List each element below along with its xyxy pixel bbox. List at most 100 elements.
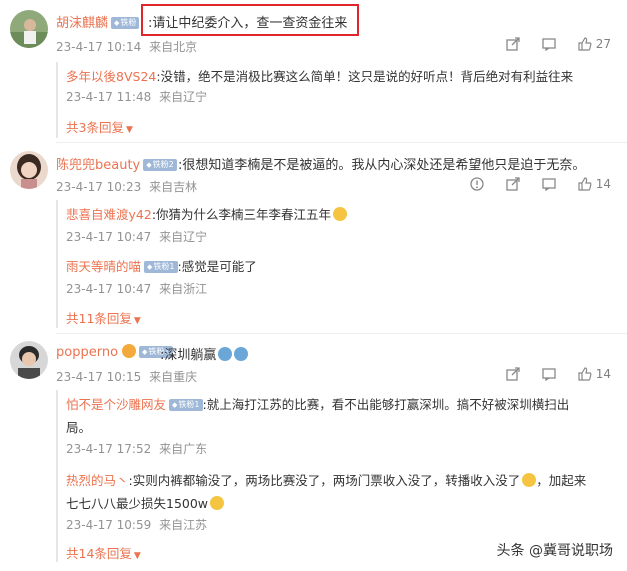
more-replies-link[interactable]: 共14条回复 ▼: [66, 543, 141, 562]
reply-location: 来自浙江: [159, 282, 208, 296]
reply-author[interactable]: 多年以後8VS24: [66, 69, 156, 84]
laugh-emoji-icon: [210, 496, 225, 510]
comment-author[interactable]: 陈兜兜beauty ◆铁粉2: [56, 154, 177, 173]
reply-meta: 23-4-17 10:47 来自浙江: [66, 280, 207, 297]
reply-time: 23-4-17 10:47: [66, 282, 152, 296]
reply-text-2: 七七八八最少损失1500w: [66, 496, 209, 511]
diamond-icon: ◆: [142, 348, 148, 356]
divider: [56, 333, 627, 334]
comment-location: 来自北京: [149, 40, 198, 54]
share-icon[interactable]: [506, 37, 520, 51]
caret-down-icon: ▼: [133, 551, 141, 561]
reply-line: 雨天等晴的喵 ◆铁粉1:感觉是可能了: [66, 256, 257, 275]
badge-label: 铁粉: [120, 18, 137, 27]
reply-location: 来自辽宁: [159, 230, 208, 244]
diamond-icon: ◆: [146, 161, 152, 169]
reply-line: 多年以後8VS24:没错，绝不是消极比赛这么简单！这只是说的好听点！背后绝对有利…: [66, 66, 573, 85]
thumbs-up-icon: [578, 367, 592, 381]
reply-location: 来自江苏: [159, 518, 208, 532]
more-replies-label: 共11条回复: [66, 311, 132, 326]
comment-meta: 23-4-17 10:14 来自北京: [56, 38, 197, 55]
comment-actions: 14: [506, 367, 611, 381]
comment-time: 23-4-17 10:14: [56, 40, 142, 54]
reply-text-tail: ，加起来: [536, 473, 587, 488]
laugh-emoji-icon: [522, 473, 537, 487]
reply-time: 23-4-17 10:59: [66, 518, 152, 532]
comment-time: 23-4-17 10:23: [56, 180, 142, 194]
fan-badge: ◆铁粉: [111, 17, 140, 29]
comment-meta: 23-4-17 10:23 来自吉林: [56, 178, 197, 195]
like-button[interactable]: 27: [578, 37, 611, 51]
author-name[interactable]: 陈兜兜beauty: [56, 158, 140, 173]
reply-list: 多年以後8VS24:没错，绝不是消极比赛这么简单！这只是说的好听点！背后绝对有利…: [56, 62, 618, 138]
comment-icon[interactable]: [542, 37, 556, 51]
more-replies-label: 共3条回复: [66, 120, 124, 135]
more-replies-link[interactable]: 共11条回复 ▼: [66, 308, 141, 327]
author-name[interactable]: popperno: [56, 345, 118, 360]
comment-author[interactable]: 胡沫麒麟 ◆铁粉: [56, 12, 140, 31]
reply-item: 多年以後8VS24:没错，绝不是消极比赛这么简单！这只是说的好听点！背后绝对有利…: [66, 66, 573, 85]
reply-author[interactable]: 热烈的马丶: [66, 473, 129, 488]
more-replies-link[interactable]: 共3条回复 ▼: [66, 117, 133, 136]
like-button[interactable]: 14: [578, 177, 611, 191]
comment-location: 来自吉林: [149, 180, 198, 194]
like-button[interactable]: 14: [578, 367, 611, 381]
fan-badge: ◆铁粉2: [143, 159, 177, 171]
shark-emoji-icon: [234, 347, 249, 361]
like-count: 14: [595, 367, 611, 381]
thumbs-up-icon: [578, 177, 592, 191]
reply-author[interactable]: 雨天等晴的喵: [66, 259, 141, 274]
watermark: 头条 @冀哥说职场: [496, 543, 613, 559]
reply-time: 23-4-17 17:52: [66, 442, 152, 456]
vip-crown-icon: [122, 344, 137, 358]
author-name[interactable]: 胡沫麒麟: [56, 16, 108, 31]
laugh-emoji-icon: [333, 207, 348, 221]
reply-text: :感觉是可能了: [177, 259, 257, 274]
reply-line: 悲喜自难渡y42:你猜为什么李楠三年李春江五年: [66, 204, 348, 223]
comment-meta: 23-4-17 10:15 来自重庆: [56, 368, 197, 385]
reply-item: 悲喜自难渡y42:你猜为什么李楠三年李春江五年: [66, 204, 348, 223]
reply-item: 雨天等晴的喵 ◆铁粉1:感觉是可能了: [66, 256, 257, 275]
reply-text: :就上海打江苏的比赛，看不出能够打赢深圳。搞不好被深圳横扫出: [202, 397, 570, 412]
diamond-icon: ◆: [114, 19, 120, 27]
comment-text-body: :深圳躺赢: [160, 348, 217, 363]
badge-label: 铁粉2: [152, 160, 174, 169]
avatar[interactable]: [10, 341, 48, 379]
comment-icon[interactable]: [542, 367, 556, 381]
diamond-icon: ◆: [147, 263, 153, 271]
comment-text: :很想知道李楠是不是被逼的。我从内心深处还是希望他只是迫于无奈。: [178, 158, 586, 173]
caret-down-icon: ▼: [125, 125, 133, 135]
comment-time: 23-4-17 10:15: [56, 370, 142, 384]
reply-line-continued: 局。: [66, 420, 92, 435]
avatar[interactable]: [10, 10, 48, 48]
shark-emoji-icon: [218, 347, 233, 361]
reply-line: 怕不是个沙雕网友 ◆铁粉1:就上海打江苏的比赛，看不出能够打赢深圳。搞不好被深圳横…: [66, 394, 569, 413]
reply-meta: 23-4-17 10:59 来自江苏: [66, 516, 207, 533]
comment-text: :深圳躺赢: [160, 344, 249, 363]
divider: [56, 142, 627, 143]
report-icon[interactable]: [470, 177, 484, 191]
comment-actions: 27: [506, 37, 611, 51]
diamond-icon: ◆: [172, 401, 178, 409]
reply-list: 怕不是个沙雕网友 ◆铁粉1:就上海打江苏的比赛，看不出能够打赢深圳。搞不好被深圳横…: [56, 390, 618, 562]
share-icon[interactable]: [506, 367, 520, 381]
reply-line: 热烈的马丶:实则内裤都输没了，两场比赛没了，两场门票收入没了，转播收入没了 ，加起…: [66, 470, 586, 489]
reply-author[interactable]: 悲喜自难渡y42: [66, 207, 152, 222]
reply-meta: 23-4-17 17:52 来自广东: [66, 440, 207, 457]
avatar[interactable]: [10, 151, 48, 189]
reply-text: :你猜为什么李楠三年李春江五年: [151, 207, 332, 222]
comment-author[interactable]: popperno ◆铁粉1: [56, 344, 173, 360]
reply-meta: 23-4-17 10:47 来自辽宁: [66, 228, 207, 245]
reply-time: 23-4-17 10:47: [66, 230, 152, 244]
reply-line-continued: 七七八八最少损失1500w: [66, 493, 586, 512]
share-icon[interactable]: [506, 177, 520, 191]
reply-location: 来自广东: [159, 442, 208, 456]
comment-icon[interactable]: [542, 177, 556, 191]
badge-label: 铁粉1: [153, 262, 175, 271]
comment-location: 来自重庆: [149, 370, 198, 384]
reply-meta: 23-4-17 11:48 来自辽宁: [66, 88, 207, 105]
reply-text: :没错，绝不是消极比赛这么简单！这只是说的好听点！背后绝对有利益往来: [156, 69, 574, 84]
fan-badge: ◆铁粉1: [144, 261, 178, 273]
reply-text: :实则内裤都输没了，两场比赛没了，两场门票收入没了，转播收入没了: [128, 473, 521, 488]
reply-author[interactable]: 怕不是个沙雕网友: [66, 397, 166, 412]
